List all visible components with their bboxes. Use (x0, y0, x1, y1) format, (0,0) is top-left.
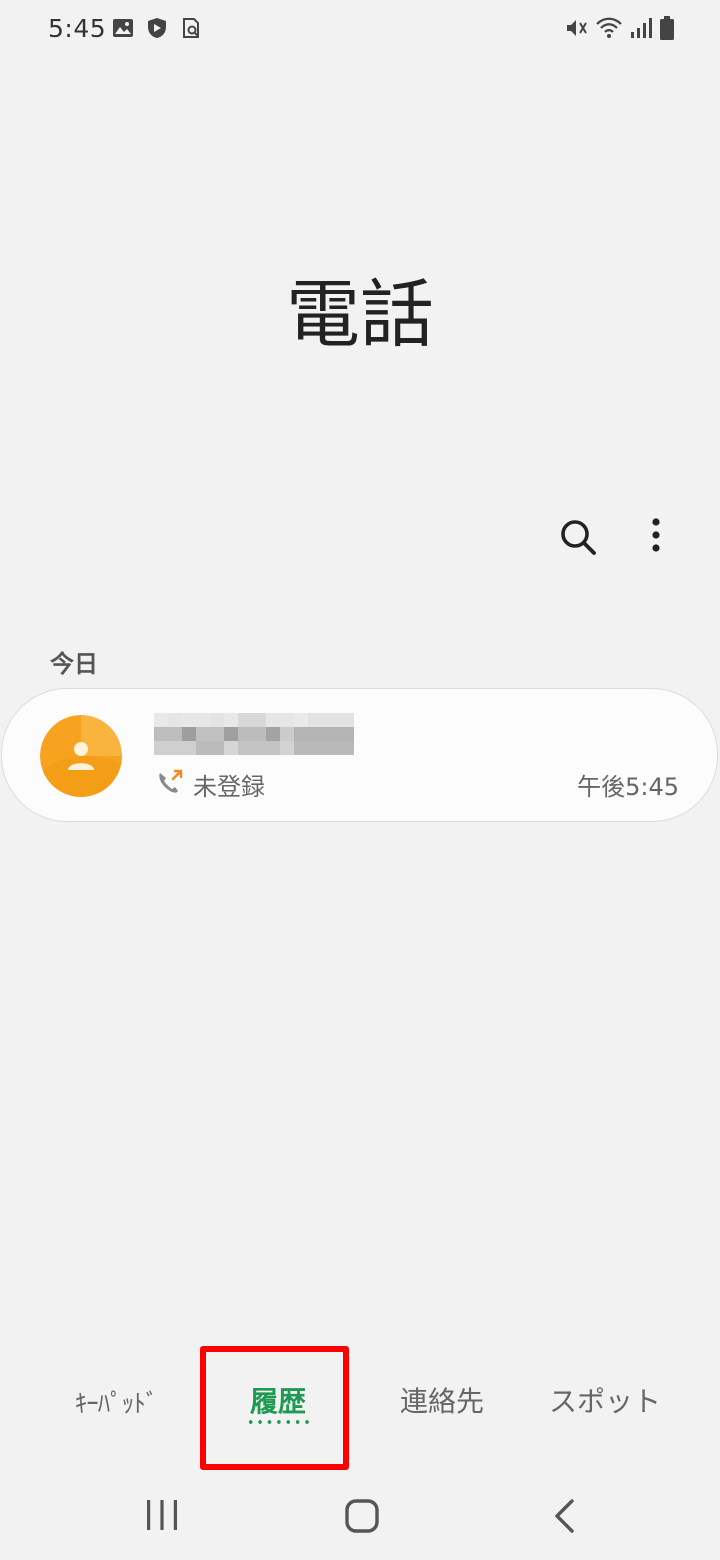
shield-icon (148, 18, 166, 38)
wifi-icon (596, 17, 622, 38)
avatar (40, 715, 122, 797)
tab-keypad[interactable]: ｷｰﾊﾟｯﾄﾞ (56, 1384, 176, 1420)
bottom-tabs: ｷｰﾊﾟｯﾄﾞ 履歴 連絡先 スポット (0, 1360, 720, 1450)
battery-icon (660, 16, 674, 40)
search-icon[interactable] (556, 515, 600, 559)
status-icons-left (112, 17, 202, 39)
tab-spot[interactable]: スポット (540, 1380, 670, 1420)
back-icon[interactable] (550, 1498, 578, 1534)
call-time: 午後5:45 (577, 773, 679, 801)
page-title: 電話 (286, 272, 434, 358)
tab-contacts[interactable]: 連絡先 (382, 1380, 502, 1420)
nav-bar (0, 1470, 720, 1560)
highlight-box (200, 1346, 349, 1470)
home-icon[interactable] (344, 1498, 380, 1534)
status-bar: 5:45 (0, 0, 720, 60)
mute-vibrate-icon (567, 20, 587, 36)
call-log-entry[interactable]: 未登録 午後5:45 (1, 688, 718, 822)
recents-icon[interactable] (144, 1498, 180, 1532)
status-icons-right (564, 16, 674, 40)
search-doc-icon (183, 18, 199, 38)
status-time: 5:45 (48, 14, 107, 43)
signal-icon (631, 18, 652, 38)
call-label: 未登録 (193, 773, 265, 801)
more-vert-icon[interactable] (638, 515, 674, 559)
image-icon (113, 19, 133, 37)
section-header-today: 今日 (50, 650, 98, 678)
outgoing-call-icon (159, 769, 183, 793)
caller-name-redacted (154, 713, 354, 755)
